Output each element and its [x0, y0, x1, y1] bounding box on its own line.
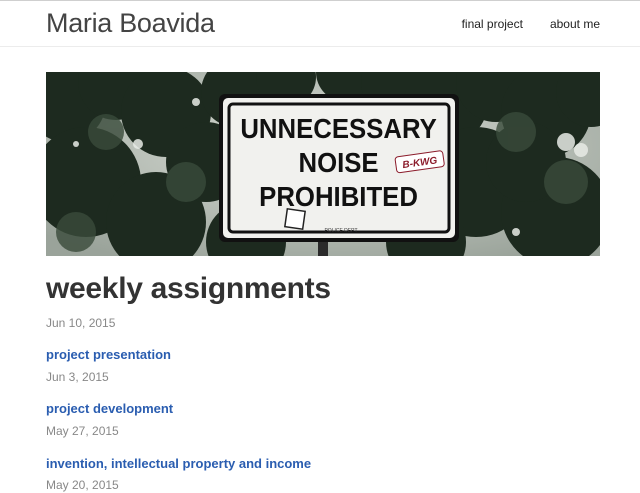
- site-title-link[interactable]: Maria Boavida: [46, 8, 215, 39]
- main-nav: final project about me: [462, 17, 600, 31]
- sign-line-1: UNNECESSARY: [240, 113, 437, 144]
- page-heading: weekly assignments: [46, 272, 331, 305]
- sign-line-2: NOISE: [298, 147, 378, 178]
- post-date: May 27, 2015: [46, 424, 119, 438]
- post-link-project-development[interactable]: project development: [46, 401, 173, 416]
- post-date: May 20, 2015: [46, 478, 119, 492]
- sign-small-text: POLICE DEPT: [324, 228, 357, 234]
- sign-line-3: PROHIBITED: [259, 181, 418, 212]
- top-navbar: Maria Boavida final project about me: [0, 0, 640, 47]
- noise-sign-photo: UNNECESSARY NOISE PROHIBITED B-KWG POLIC…: [46, 72, 600, 256]
- nav-final-project-link[interactable]: final project: [462, 17, 523, 31]
- post-link-invention[interactable]: invention, intellectual property and inc…: [46, 456, 311, 471]
- heading-date: Jun 10, 2015: [46, 316, 116, 330]
- banner-image: UNNECESSARY NOISE PROHIBITED B-KWG POLIC…: [46, 72, 600, 256]
- nav-about-me-link[interactable]: about me: [550, 17, 600, 31]
- post-date: Jun 3, 2015: [46, 370, 109, 384]
- post-link-project-presentation[interactable]: project presentation: [46, 347, 171, 362]
